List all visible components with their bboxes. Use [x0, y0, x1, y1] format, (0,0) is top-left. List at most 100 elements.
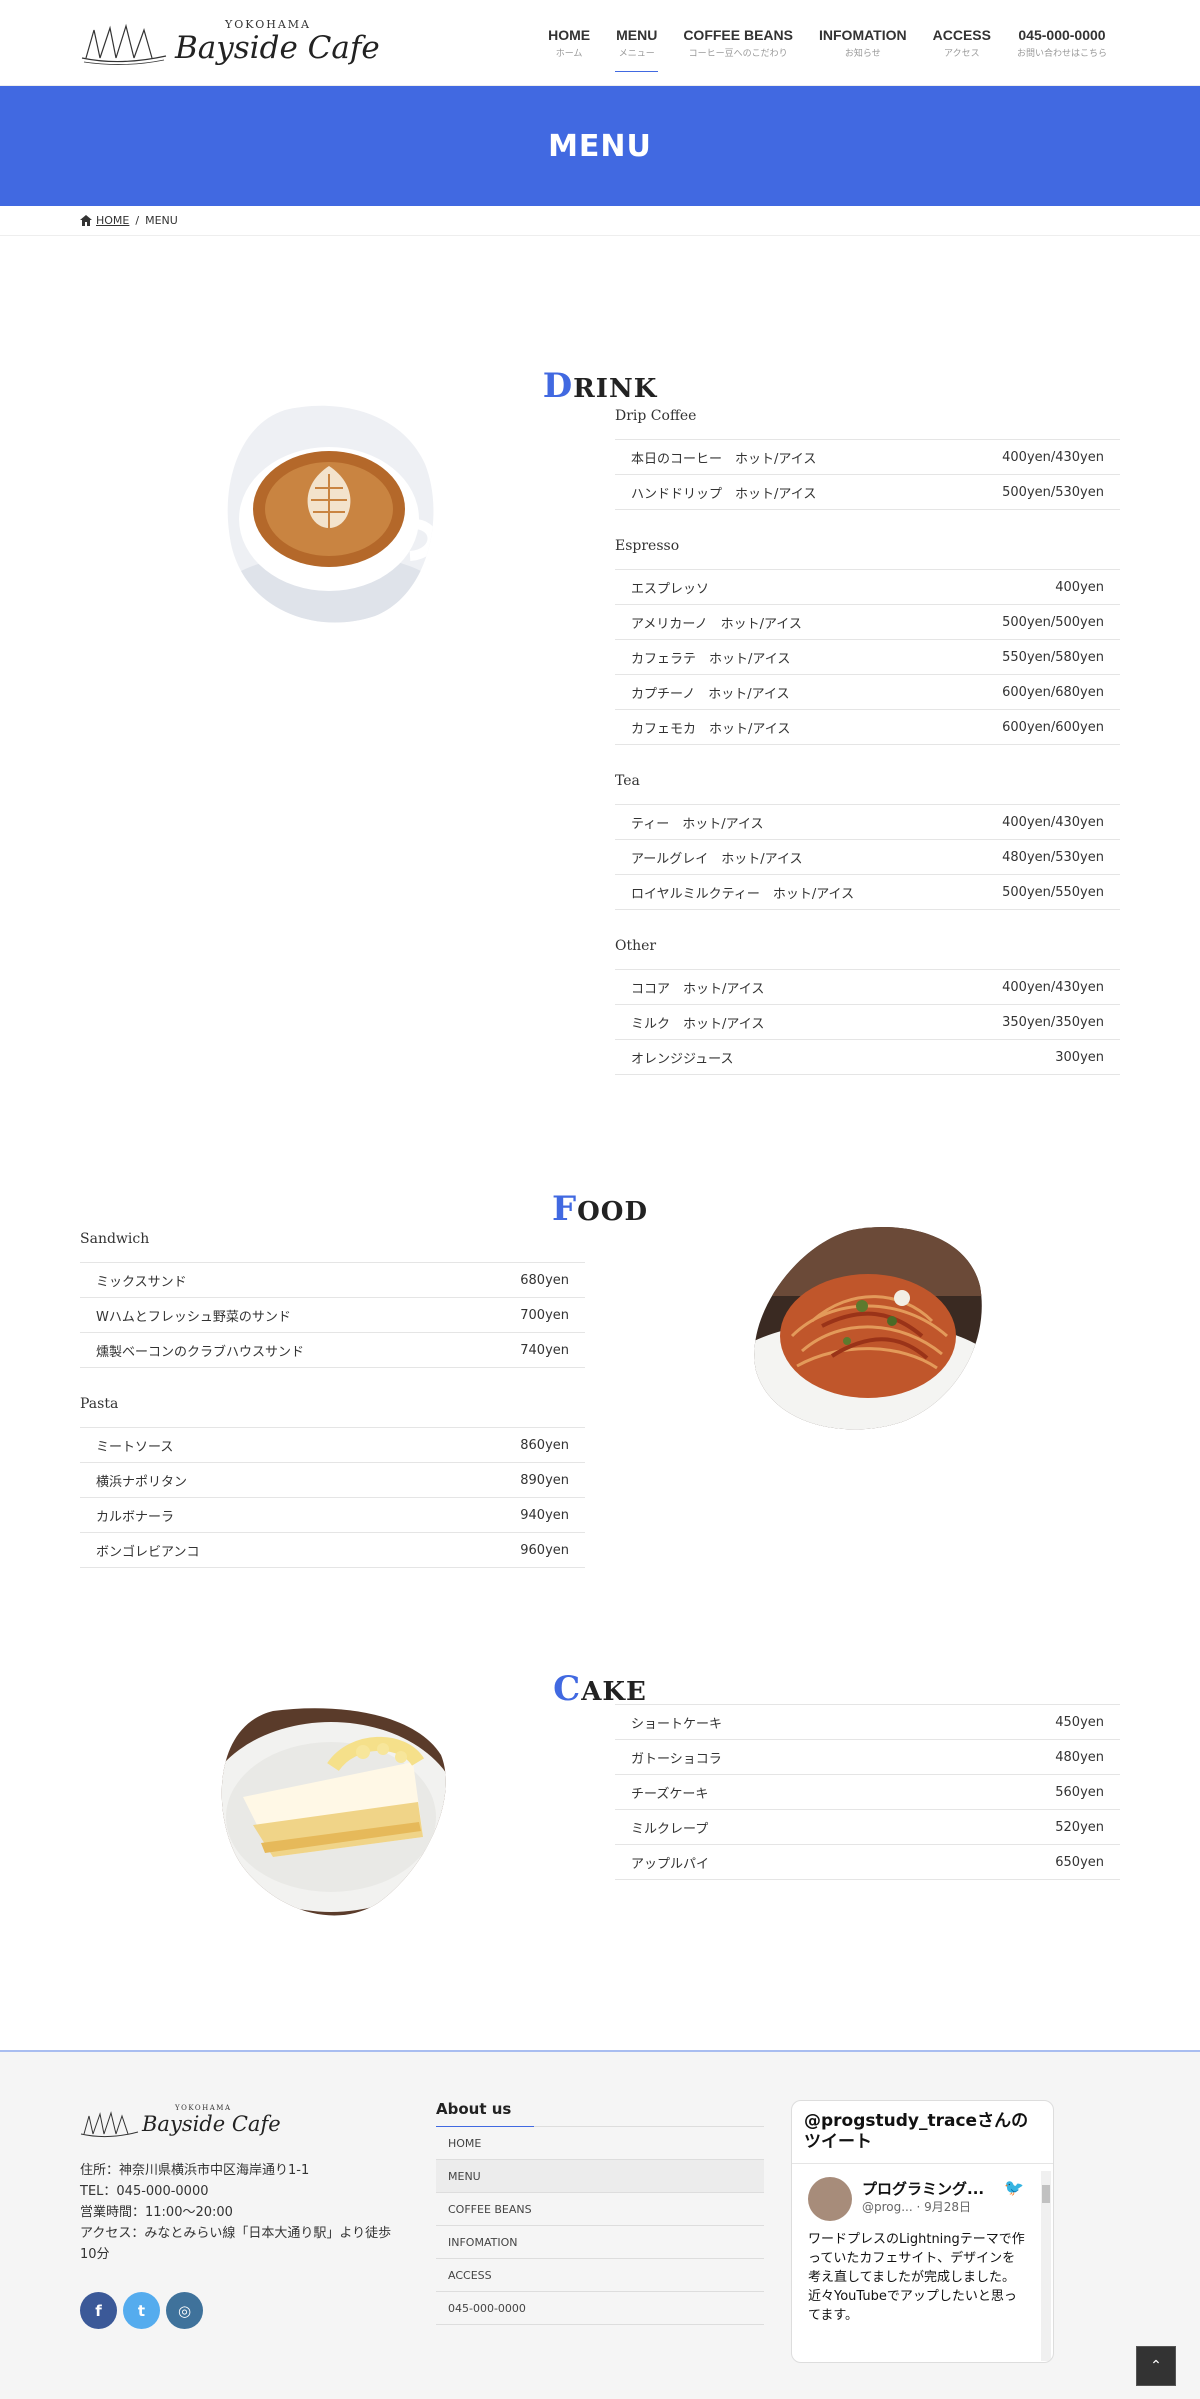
avatar — [808, 2177, 852, 2221]
menu-item: 燻製ベーコンのクラブハウスサンド 740yen — [80, 1332, 585, 1367]
item-name: 燻製ベーコンのクラブハウスサンド — [96, 1344, 305, 1360]
category-title: Espresso — [615, 538, 680, 554]
category-title: Drip Coffee — [615, 408, 697, 424]
about-title: About us — [436, 2100, 764, 2127]
item-price: 860yen — [520, 1437, 569, 1453]
menu-item: カルボナーラ 940yen — [80, 1497, 585, 1532]
menu-item: ショートケーキ 450yen — [615, 1704, 1120, 1739]
item-name: オレンジジュース — [631, 1051, 734, 1067]
menu-item: エスプレッソ 400yen — [615, 569, 1120, 604]
footer-link-menu[interactable]: MENU — [436, 2160, 764, 2193]
menu-list: 本日のコーヒー ホット/アイス 400yen/430yen ハンドドリップ ホット… — [615, 439, 1120, 510]
menu-item: カフェラテ ホット/アイス 550yen/580yen — [615, 639, 1120, 674]
nav-access[interactable]: ACCESS アクセス — [920, 0, 1004, 86]
menu-list: ミートソース 860yen 横浜ナポリタン 890yen カルボナーラ 940yen … — [80, 1427, 585, 1568]
breadcrumb-current: MENU — [145, 214, 178, 227]
nav-infomation[interactable]: INFOMATION お知らせ — [806, 0, 920, 86]
item-price: 500yen/500yen — [1002, 614, 1104, 630]
tweet-text: ワードプレスのLightningテーマで作っていたカフェサイト、デザインを考え直… — [808, 2232, 1025, 2323]
item-name: アールグレイ ホット/アイス — [631, 851, 803, 867]
back-to-top-button[interactable]: ⌃ — [1136, 2346, 1176, 2386]
item-price: 350yen/350yen — [1002, 1014, 1104, 1030]
footer-logo-text: Bayside Cafe — [142, 2112, 281, 2136]
footer-logo[interactable]: YOKOHAMA Bayside Cafe — [80, 2104, 281, 2144]
title-rest: AKE — [581, 1677, 647, 1707]
cake-menu: ショートケーキ 450yen ガトーショコラ 480yen チーズケーキ 560yen… — [615, 1704, 1120, 1908]
social-links: f t ◎ — [80, 2292, 203, 2329]
title-initial: F — [552, 1189, 578, 1229]
site-logo[interactable]: YOKOHAMA Bayside Cafe — [80, 14, 380, 70]
menu-item: 横浜ナポリタン 890yen — [80, 1462, 585, 1497]
item-price: 480yen/530yen — [1002, 849, 1104, 865]
nav-coffee-beans[interactable]: COFFEE BEANS コーヒー豆へのこだわり — [670, 0, 806, 86]
nav-phone[interactable]: 045-000-0000 お問い合わせはこちら — [1004, 0, 1120, 86]
instagram-icon[interactable]: ◎ — [166, 2292, 203, 2329]
facebook-icon[interactable]: f — [80, 2292, 117, 2329]
item-name: カフェラテ ホット/アイス — [631, 651, 791, 667]
menu-item: ミルク ホット/アイス 350yen/350yen — [615, 1004, 1120, 1039]
menu-item: アメリカーノ ホット/アイス 500yen/500yen — [615, 604, 1120, 639]
item-name: ティー ホット/アイス — [631, 816, 764, 832]
footer-link-home[interactable]: HOME — [436, 2127, 764, 2160]
nav-sub-label: コーヒー豆へのこだわり — [688, 49, 788, 59]
twitter-timeline[interactable]: @progstudy_traceさんのツイート プログラミング... @prog… — [791, 2100, 1054, 2363]
footer-tel: TEL：045-000-0000 — [80, 2184, 209, 2199]
item-price: 480yen — [1055, 1749, 1104, 1765]
item-price: 700yen — [520, 1307, 569, 1323]
menu-item: ティー ホット/アイス 400yen/430yen — [615, 804, 1120, 839]
footer-link-coffee-beans[interactable]: COFFEE BEANS — [436, 2193, 764, 2226]
category-title: Other — [615, 938, 657, 954]
drink-section-title: DRINK — [0, 366, 1200, 406]
item-price: 400yen/430yen — [1002, 979, 1104, 995]
latte-photo — [225, 404, 437, 626]
nav-home[interactable]: HOME ホーム — [535, 0, 603, 86]
nav-sub-label: ホーム — [555, 49, 583, 59]
item-price: 560yen — [1055, 1784, 1104, 1800]
title-initial: D — [542, 366, 574, 406]
item-name: ガトーショコラ — [631, 1751, 722, 1767]
item-name: カプチーノ ホット/アイス — [631, 686, 790, 702]
item-price: 400yen — [1055, 579, 1104, 595]
footer-address: 住所：神奈川県横浜市中区海岸通り1-1 — [80, 2163, 310, 2178]
item-price: 400yen/430yen — [1002, 449, 1104, 465]
category-title: Pasta — [80, 1396, 119, 1412]
item-price: 500yen/550yen — [1002, 884, 1104, 900]
footer-link-infomation[interactable]: INFOMATION — [436, 2226, 764, 2259]
item-price: 940yen — [520, 1507, 569, 1523]
item-name: ロイヤルミルクティー ホット/アイス — [631, 886, 855, 902]
menu-item: カプチーノ ホット/アイス 600yen/680yen — [615, 674, 1120, 709]
item-name: ミートソース — [96, 1439, 174, 1455]
footer-access: アクセス：みなとみらい線「日本大通り駅」より徒歩10分 — [80, 2226, 392, 2262]
chevron-up-icon: ⌃ — [1150, 2358, 1162, 2374]
breadcrumb: HOME / MENU — [0, 206, 1200, 236]
category-title: Sandwich — [80, 1231, 150, 1247]
menu-item: Wハムとフレッシュ野菜のサンド 700yen — [80, 1297, 585, 1332]
nav-label: COFFEE BEANS — [683, 27, 793, 43]
main-nav: HOME ホーム MENU メニュー COFFEE BEANS コーヒー豆へのこ… — [535, 0, 1120, 86]
tweet-handle: @prog... · 9月28日 — [862, 2200, 972, 2214]
menu-item: チーズケーキ 560yen — [615, 1774, 1120, 1809]
site-footer: YOKOHAMA Bayside Cafe 住所：神奈川県横浜市中区海岸通り1-… — [0, 2050, 1200, 2399]
nav-label: 045-000-0000 — [1018, 27, 1106, 43]
footer-link-access[interactable]: ACCESS — [436, 2259, 764, 2292]
tweet[interactable]: プログラミング... @prog... · 9月28日 🐦 ワードプレスのLig… — [792, 2164, 1053, 2362]
item-name: アメリカーノ ホット/アイス — [631, 616, 802, 632]
cake-photo — [213, 1707, 450, 1919]
menu-item: アップルパイ 650yen — [615, 1844, 1120, 1879]
item-price: 500yen/530yen — [1002, 484, 1104, 500]
nav-menu[interactable]: MENU メニュー — [603, 0, 670, 86]
breadcrumb-home-link[interactable]: HOME — [96, 214, 129, 227]
nav-label: ACCESS — [932, 27, 991, 43]
footer-link-phone[interactable]: 045-000-0000 — [436, 2292, 764, 2325]
category-title: Tea — [615, 773, 640, 789]
nav-sub-label: お知らせ — [844, 49, 881, 59]
item-name: ハンドドリップ ホット/アイス — [631, 486, 817, 502]
item-name: ミルク ホット/アイス — [631, 1016, 765, 1032]
tweet-author: プログラミング... — [862, 2180, 985, 2198]
twitter-icon[interactable]: t — [123, 2292, 160, 2329]
scrollbar[interactable] — [1041, 2171, 1051, 2361]
menu-item: ボンゴレビアンコ 960yen — [80, 1532, 585, 1567]
site-header: YOKOHAMA Bayside Cafe HOME ホーム MENU メニュー… — [0, 0, 1200, 86]
menu-list: ショートケーキ 450yen ガトーショコラ 480yen チーズケーキ 560yen… — [615, 1704, 1120, 1880]
twitter-header: @progstudy_traceさんのツイート — [792, 2101, 1053, 2164]
